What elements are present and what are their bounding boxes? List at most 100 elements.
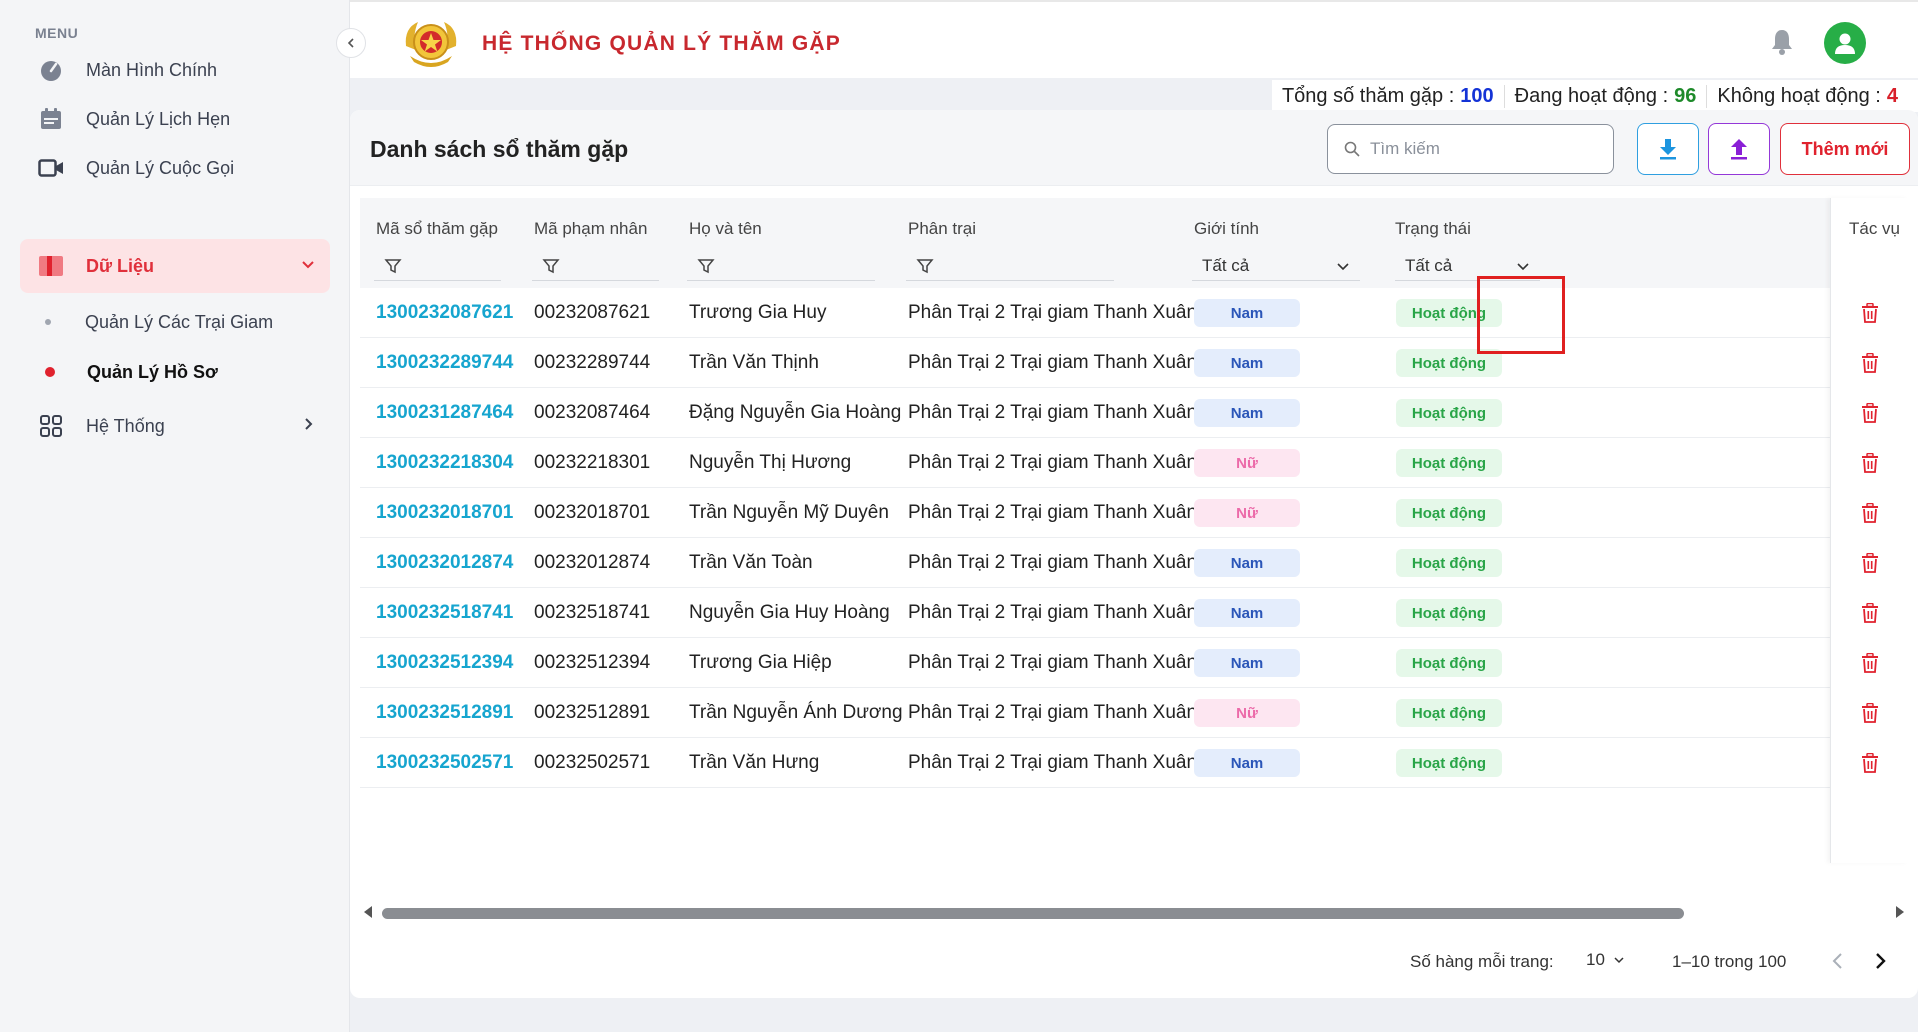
- delete-button[interactable]: [1831, 588, 1909, 638]
- chevron-left-icon: [1832, 953, 1842, 969]
- cell-visit-code-text[interactable]: 1300232289744: [376, 352, 513, 374]
- sidebar-subitem-prisons[interactable]: Quản Lý Các Trại Giam: [45, 302, 273, 342]
- filter-icon: [542, 258, 560, 273]
- notification-bell-icon[interactable]: [1770, 28, 1794, 61]
- horizontal-scrollbar[interactable]: [360, 902, 1908, 924]
- cell-visit-code[interactable]: 1300232512891: [376, 688, 513, 738]
- delete-button[interactable]: [1831, 688, 1909, 738]
- cell-inmate-id: 00232087621: [534, 288, 650, 338]
- download-button[interactable]: [1637, 123, 1699, 175]
- sidebar-item-calls[interactable]: Quản Lý Cuộc Gọi: [20, 141, 330, 195]
- filter-icon: [384, 258, 402, 273]
- upload-button[interactable]: [1708, 123, 1770, 175]
- delete-button[interactable]: [1831, 338, 1909, 388]
- sidebar-item-system[interactable]: Hệ Thống: [20, 399, 330, 453]
- scrollbar-track[interactable]: [382, 908, 1882, 919]
- chevron-down-icon: [1614, 957, 1624, 964]
- cell-visit-code[interactable]: 1300232289744: [376, 338, 513, 388]
- gender-filter-select[interactable]: Tất cả: [1192, 251, 1360, 281]
- next-page-button[interactable]: [1870, 950, 1890, 977]
- delete-button[interactable]: [1831, 438, 1909, 488]
- cell-visit-code[interactable]: 1300231287464: [376, 388, 513, 438]
- cell-full-name-text: Trần Nguyễn Ánh Dương: [689, 702, 903, 723]
- delete-button[interactable]: [1831, 738, 1909, 788]
- cell-visit-code-text[interactable]: 1300232518741: [376, 602, 513, 624]
- delete-button[interactable]: [1831, 638, 1909, 688]
- cell-gender: Nam: [1194, 288, 1300, 338]
- cell-visit-code-text[interactable]: 1300232512891: [376, 702, 513, 724]
- cell-camp-text: Phân Trại 2 Trại giam Thanh Xuân: [908, 702, 1198, 723]
- cell-visit-code[interactable]: 1300232502571: [376, 738, 513, 788]
- delete-button[interactable]: [1831, 288, 1909, 338]
- cell-full-name: Trương Gia Huy: [689, 288, 826, 338]
- sidebar-item-appointments[interactable]: Quản Lý Lịch Hẹn: [20, 92, 330, 146]
- table-row[interactable]: 1300232512891 00232512891 Trần Nguyễn Ánh …: [360, 688, 1893, 738]
- cell-camp: Phân Trại 2 Trại giam Thanh Xuân: [908, 538, 1197, 588]
- sidebar: MENU Màn Hình Chính Quản Lý Lịch Hẹn Quả…: [0, 0, 350, 1032]
- search-box[interactable]: [1327, 124, 1614, 174]
- table-row[interactable]: 1300232502571 00232502571 Trần Văn Hưng Phâ…: [360, 738, 1893, 788]
- user-avatar[interactable]: [1824, 22, 1866, 64]
- table-row[interactable]: 1300232018701 00232018701 Trần Nguyễn Mỹ D…: [360, 488, 1893, 538]
- table-row[interactable]: 1300232012874 00232012874 Trần Văn Toàn Phâ…: [360, 538, 1893, 588]
- user-icon: [1835, 33, 1855, 54]
- sidebar-item-data[interactable]: Dữ Liệu: [20, 239, 330, 293]
- delete-button[interactable]: [1831, 538, 1909, 588]
- cell-full-name-text: Trương Gia Hiệp: [689, 652, 832, 673]
- cell-visit-code-text[interactable]: 1300232502571: [376, 752, 513, 774]
- cell-visit-code[interactable]: 1300232018701: [376, 488, 513, 538]
- calendar-icon: [36, 104, 66, 134]
- pagination: Số hàng mỗi trang: 10 1–10 trong 100: [350, 940, 1918, 986]
- cell-visit-code[interactable]: 1300232512394: [376, 638, 513, 688]
- table-row[interactable]: 1300232512394 00232512394 Trương Gia Hiệp P…: [360, 638, 1893, 688]
- filter-code[interactable]: [374, 251, 501, 281]
- cell-visit-code[interactable]: 1300232087621: [376, 288, 513, 338]
- cell-visit-code[interactable]: 1300232012874: [376, 538, 513, 588]
- table-row[interactable]: 1300232518741 00232518741 Nguyễn Gia Huy H…: [360, 588, 1893, 638]
- delete-button[interactable]: [1831, 388, 1909, 438]
- trash-icon: [1862, 503, 1878, 523]
- cell-full-name: Trần Văn Thịnh: [689, 338, 819, 388]
- previous-page-button[interactable]: [1828, 950, 1848, 977]
- video-camera-icon: [36, 153, 66, 183]
- cell-visit-code-text[interactable]: 1300232018701: [376, 502, 513, 524]
- search-input[interactable]: [1370, 139, 1590, 159]
- rows-per-page-select[interactable]: 10: [1586, 950, 1625, 970]
- status-filter-value: Tất cả: [1405, 255, 1453, 275]
- table-row[interactable]: 1300232289744 00232289744 Trần Văn Thịnh Ph…: [360, 338, 1893, 388]
- scroll-left-arrow-icon[interactable]: [362, 905, 374, 919]
- table-row[interactable]: 1300231287464 00232087464 Đặng Nguyễn Gia …: [360, 388, 1893, 438]
- cell-inmate-id: 00232512394: [534, 638, 650, 688]
- stat-inactive-label: Không hoạt động :: [1717, 84, 1881, 107]
- delete-button[interactable]: [1831, 488, 1909, 538]
- police-emblem-logo: [400, 16, 462, 70]
- column-header-actions: Tác vụ: [1849, 219, 1901, 238]
- table-row[interactable]: 1300232218304 00232218301 Nguyễn Thị Hương…: [360, 438, 1893, 488]
- table-row[interactable]: 1300232087621 00232087621 Trương Gia Huy Ph…: [360, 288, 1893, 338]
- chevron-right-icon: [1876, 953, 1886, 969]
- sidebar-item-label: Quản Lý Lịch Hẹn: [86, 108, 231, 129]
- scrollbar-thumb[interactable]: [382, 908, 1684, 919]
- scroll-right-arrow-icon[interactable]: [1894, 905, 1906, 919]
- cell-visit-code-text[interactable]: 1300232087621: [376, 302, 513, 324]
- sidebar-item-dashboard[interactable]: Màn Hình Chính: [20, 43, 330, 97]
- status-badge: Hoạt động: [1396, 299, 1502, 327]
- filter-inmate-id[interactable]: [532, 251, 659, 281]
- cell-visit-code[interactable]: 1300232218304: [376, 438, 513, 488]
- status-filter-select[interactable]: Tất cả: [1395, 251, 1540, 281]
- filter-icon: [916, 258, 934, 273]
- rows-per-page-label: Số hàng mỗi trang:: [1410, 952, 1554, 971]
- sidebar-subitem-records[interactable]: Quản Lý Hồ Sơ: [45, 352, 218, 392]
- cell-visit-code-text[interactable]: 1300232218304: [376, 452, 513, 474]
- sidebar-item-label: Quản Lý Cuộc Gọi: [86, 157, 235, 178]
- cell-visit-code-text[interactable]: 1300232012874: [376, 552, 513, 574]
- status-badge: Hoạt động: [1396, 599, 1502, 627]
- filter-name[interactable]: [687, 251, 875, 281]
- dashboard-icon: [36, 55, 66, 85]
- cell-visit-code-text[interactable]: 1300231287464: [376, 402, 513, 424]
- cell-visit-code[interactable]: 1300232518741: [376, 588, 513, 638]
- filter-camp[interactable]: [906, 251, 1114, 281]
- add-new-button[interactable]: Thêm mới: [1780, 123, 1910, 175]
- cell-visit-code-text[interactable]: 1300232512394: [376, 652, 513, 674]
- collapse-sidebar-button[interactable]: [336, 28, 366, 58]
